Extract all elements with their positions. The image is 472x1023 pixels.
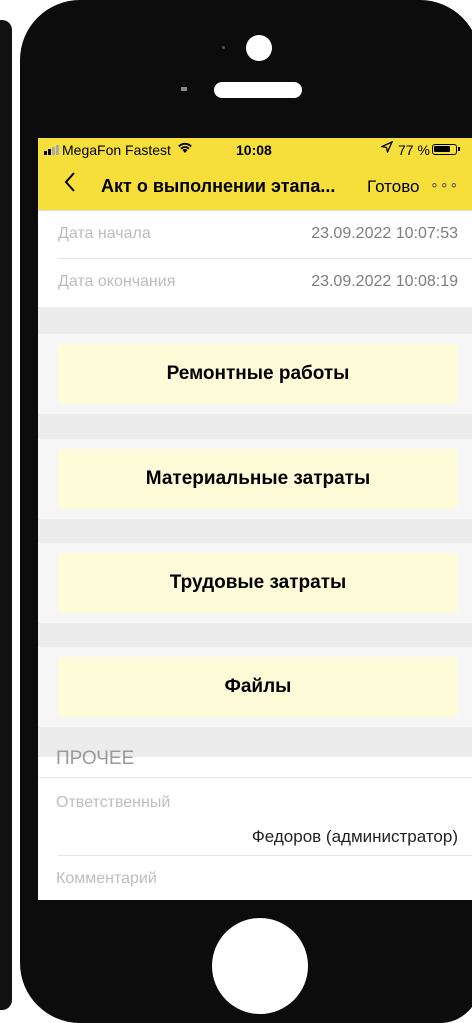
responsible-label: Ответственный <box>56 794 171 811</box>
start-date-label: Дата начала <box>58 225 151 242</box>
end-date-row[interactable]: Дата окончания 23.09.2022 10:08:19 <box>38 259 472 306</box>
start-date-row[interactable]: Дата начала 23.09.2022 10:07:53 <box>38 211 472 258</box>
status-bar: MegaFon Fastest 10:08 77 % <box>38 138 472 162</box>
home-button[interactable] <box>212 918 308 1014</box>
signal-icon <box>44 143 59 155</box>
done-button[interactable]: Готово <box>367 177 420 197</box>
earpiece-speaker <box>214 82 302 98</box>
clock: 10:08 <box>236 142 272 158</box>
nav-bar: Акт о выполнении этапа... Готово ∘∘∘ <box>38 162 472 211</box>
back-chevron-icon[interactable] <box>64 171 76 197</box>
more-icon[interactable]: ∘∘∘ <box>430 176 459 193</box>
sensor-dot <box>222 46 225 49</box>
front-camera <box>246 35 272 61</box>
responsible-value[interactable]: Федоров (администратор) <box>252 827 458 847</box>
phone-edge <box>0 20 12 1010</box>
labor-costs-button[interactable]: Трудовые затраты <box>58 553 458 613</box>
section-title-other: ПРОЧЕЕ <box>56 748 135 769</box>
material-costs-button[interactable]: Материальные затраты <box>58 449 458 509</box>
battery-icon <box>432 144 460 155</box>
wifi-icon <box>177 141 193 157</box>
end-date-value: 23.09.2022 10:08:19 <box>311 273 458 290</box>
page-title: Акт о выполнении этапа... <box>101 176 336 196</box>
start-date-value: 23.09.2022 10:07:53 <box>311 225 458 242</box>
end-date-label: Дата окончания <box>58 273 176 290</box>
location-arrow-icon <box>379 140 394 156</box>
files-button[interactable]: Файлы <box>58 657 458 717</box>
comment-field[interactable]: Комментарий <box>56 870 157 888</box>
carrier-name: MegaFon Fastest <box>62 142 171 158</box>
divider <box>58 855 472 856</box>
microphone <box>181 87 187 91</box>
divider <box>38 777 472 778</box>
app-screen: MegaFon Fastest 10:08 77 % Акт о выполне… <box>38 138 472 900</box>
battery-percent: 77 % <box>398 142 430 158</box>
repair-works-button[interactable]: Ремонтные работы <box>58 344 458 404</box>
